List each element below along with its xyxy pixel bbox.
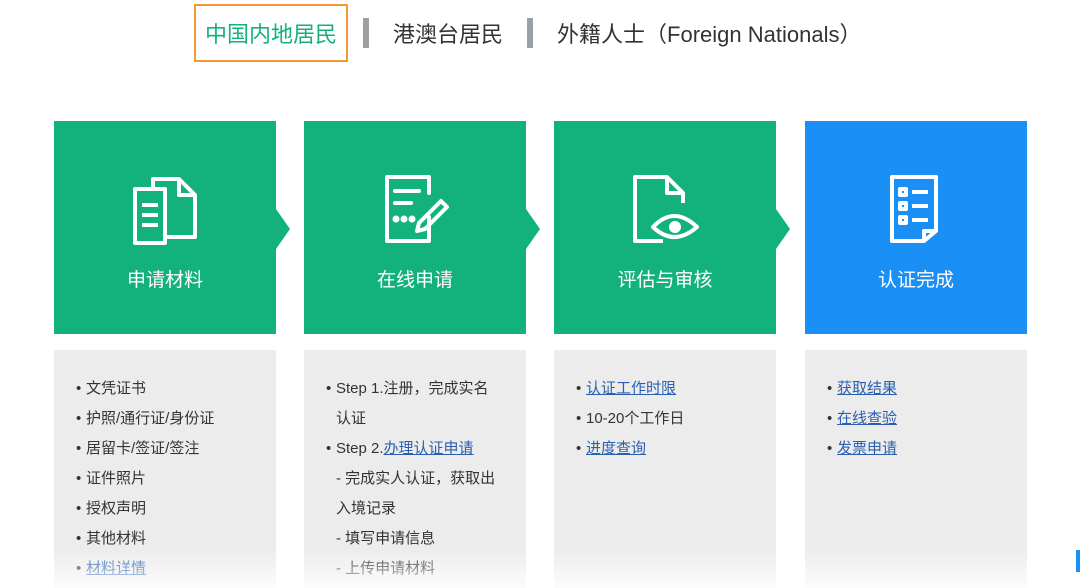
tab-foreign[interactable]: 外籍人士（Foreign Nationals） xyxy=(557,17,861,49)
step-arrow xyxy=(526,209,540,249)
step-card-review: 评估与审核 xyxy=(554,121,776,334)
list-item-continuation: 认证 xyxy=(336,410,367,427)
list-item: • 在线查验 xyxy=(827,410,898,427)
document-eye-icon xyxy=(625,169,705,249)
tab-divider xyxy=(527,18,534,48)
materials-detail-link[interactable]: 材料详情 xyxy=(86,560,146,577)
list-item: • 材料详情 xyxy=(76,560,147,577)
invoice-request-link[interactable]: 发票申请 xyxy=(837,440,897,457)
list-item: • 发票申请 xyxy=(827,440,898,457)
list-item: • 护照/通行证/身份证 xyxy=(76,410,215,427)
documents-icon xyxy=(125,169,205,249)
tab-divider xyxy=(363,18,370,48)
step-label: 认证完成 xyxy=(877,270,954,291)
list-item: • 居留卡/签证/签注 xyxy=(76,440,200,457)
online-apply-panel: • Step 1.注册，完成实名 认证 • Step 2.办理认证申请 - 完成实人… xyxy=(304,350,526,588)
get-result-link[interactable]: 获取结果 xyxy=(837,380,897,397)
complete-panel: • 获取结果 • 在线查验 • 发票申请 xyxy=(805,350,1027,588)
sub-item: - 上传申请材料 xyxy=(336,560,436,577)
tab-mainland[interactable]: 中国内地居民 xyxy=(194,4,349,62)
list-item: • 进度查询 xyxy=(576,440,647,457)
apply-certification-link[interactable]: 办理认证申请 xyxy=(384,440,474,457)
list-item: • 获取结果 xyxy=(827,380,898,397)
list-item: • 其他材料 xyxy=(76,530,147,547)
list-item: • 认证工作时限 xyxy=(576,380,677,397)
form-edit-icon xyxy=(375,169,455,249)
sub-item: - 完成实人认证，获取出 xyxy=(336,470,496,487)
resident-type-tabs: 中国内地居民 港澳台居民 外籍人士（Foreign Nationals） xyxy=(194,4,861,62)
list-item: • 证件照片 xyxy=(76,470,147,487)
step-card-online: 在线申请 xyxy=(304,121,526,334)
progress-query-link[interactable]: 进度查询 xyxy=(586,440,646,457)
step-label: 申请材料 xyxy=(126,270,203,291)
online-verify-link[interactable]: 在线查验 xyxy=(837,410,897,427)
list-item: • Step 1.注册，完成实名 xyxy=(326,380,489,397)
checklist-icon xyxy=(876,169,956,249)
list-item: • Step 2.办理认证申请 xyxy=(326,440,474,457)
step-arrow xyxy=(276,209,290,249)
list-item: • 文凭证书 xyxy=(76,380,147,397)
list-item: • 10-20个工作日 xyxy=(576,410,685,427)
step-label: 评估与审核 xyxy=(617,270,713,291)
review-panel: • 认证工作时限 • 10-20个工作日 • 进度查询 xyxy=(554,350,776,588)
step-label: 在线申请 xyxy=(376,270,453,291)
sub-item: - 填写申请信息 xyxy=(336,530,436,547)
tab-hmt[interactable]: 港澳台居民 xyxy=(393,17,503,49)
sub-item-continuation: 入境记录 xyxy=(336,500,397,517)
work-time-limit-link[interactable]: 认证工作时限 xyxy=(586,380,676,397)
step-card-complete: 认证完成 xyxy=(805,121,1027,334)
scroll-edge-marker xyxy=(1076,550,1080,572)
materials-panel: • 文凭证书 • 护照/通行证/身份证 • 居留卡/签证/签注 • 证件照片 • 授权声明… xyxy=(54,350,276,588)
list-item: • 授权声明 xyxy=(76,500,147,517)
step-arrow xyxy=(776,209,790,249)
step-card-materials: 申请材料 xyxy=(54,121,276,334)
